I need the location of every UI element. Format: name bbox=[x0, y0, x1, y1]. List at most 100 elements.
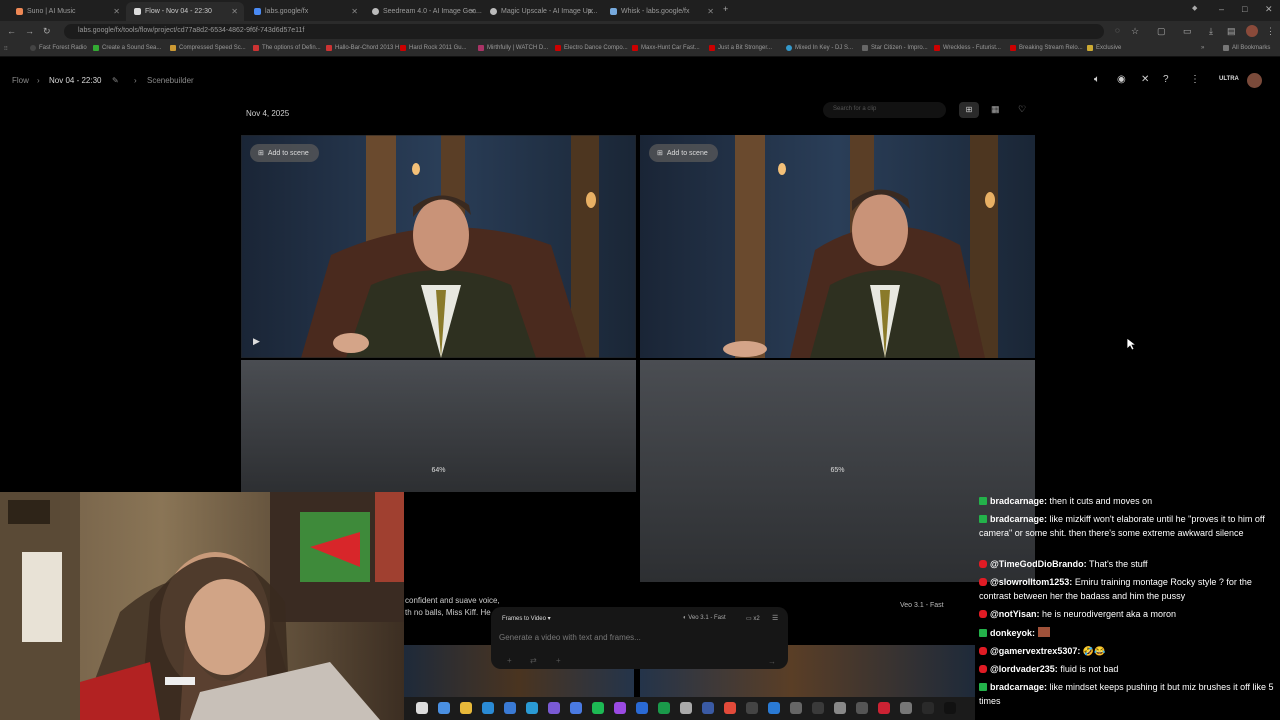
minimize-icon[interactable]: – bbox=[1219, 4, 1224, 14]
bookmark-item[interactable]: Fast Forest Radio bbox=[30, 45, 87, 51]
app-icon[interactable] bbox=[768, 702, 780, 714]
bookmark-item[interactable]: Hard Rock 2011 Gu... bbox=[400, 45, 467, 51]
bookmark-item[interactable]: Wreckless - Futurist... bbox=[934, 45, 1001, 51]
xbox-icon[interactable] bbox=[658, 702, 670, 714]
bookmark-item[interactable]: Star Citizen - Impro... bbox=[862, 45, 928, 51]
bookmark-item[interactable]: Breaking Stream Relo... bbox=[1010, 45, 1083, 51]
discord-icon[interactable]: ◉ bbox=[1117, 74, 1126, 85]
search-input[interactable]: Search for a clip bbox=[823, 102, 946, 118]
vscode-icon[interactable] bbox=[570, 702, 582, 714]
app-icon[interactable] bbox=[790, 702, 802, 714]
bookmark-item[interactable]: Mixed In Key - DJ S... bbox=[786, 45, 853, 51]
browser-tab[interactable]: Whisk - labs.google/fx ✕ bbox=[602, 2, 720, 21]
app-icon[interactable] bbox=[812, 702, 824, 714]
edge-icon[interactable] bbox=[438, 702, 450, 714]
video-card[interactable]: ⊞ Add to scene bbox=[640, 135, 1035, 358]
list-view-icon[interactable]: ▦ bbox=[991, 104, 1000, 115]
bookmark-item[interactable]: Mirthfully | WATCH D... bbox=[478, 45, 548, 51]
telegram-icon[interactable] bbox=[526, 702, 538, 714]
close-tab-icon[interactable]: ✕ bbox=[469, 7, 476, 16]
bookmark-item[interactable]: Maxx-Hunt Car Fast... bbox=[632, 45, 700, 51]
video-card[interactable]: ⊞ Add to scene ▶ bbox=[241, 135, 636, 358]
extensions-icon[interactable]: ▢ bbox=[1157, 26, 1166, 37]
browser-tab[interactable]: Seedream 4.0 - AI Image Gen... ✕ bbox=[364, 2, 482, 21]
bookmark-item[interactable]: Hallo-Bar-Chord 2013 H... bbox=[326, 45, 404, 51]
output-count[interactable]: ▭ x2 bbox=[746, 615, 760, 622]
breadcrumb-flow[interactable]: Flow bbox=[12, 76, 29, 85]
close-window-icon[interactable]: ✕ bbox=[1265, 4, 1273, 15]
menu-kebab-icon[interactable]: ⋮ bbox=[1266, 26, 1275, 37]
file-explorer-icon[interactable] bbox=[460, 702, 472, 714]
user-avatar[interactable] bbox=[1247, 73, 1262, 88]
prompt-input[interactable]: Generate a video with text and frames... bbox=[499, 633, 641, 642]
app-icon[interactable] bbox=[746, 702, 758, 714]
bookmark-item[interactable]: Exclusive bbox=[1087, 45, 1121, 51]
all-bookmarks[interactable]: All Bookmarks bbox=[1223, 45, 1270, 51]
reload-icon[interactable]: ↻ bbox=[43, 26, 51, 37]
add-to-scene-button[interactable]: ⊞ Add to scene bbox=[250, 144, 319, 162]
maximize-icon[interactable]: □ bbox=[1242, 4, 1247, 14]
close-tab-icon[interactable]: ✕ bbox=[351, 7, 358, 16]
tab-search-icon[interactable]: ▤ bbox=[1227, 26, 1236, 37]
close-tab-icon[interactable]: ✕ bbox=[587, 7, 594, 16]
x-social-icon[interactable]: ✕ bbox=[1141, 74, 1149, 85]
browser-icon[interactable] bbox=[482, 702, 494, 714]
model-selector[interactable]: ◐ Veo 3.1 - Fast bbox=[683, 615, 726, 621]
app-icon[interactable] bbox=[834, 702, 846, 714]
app-icon[interactable] bbox=[636, 702, 648, 714]
sidebar-icon[interactable]: ▭ bbox=[1183, 26, 1192, 37]
bookmark-item[interactable]: Compressed Speed Sc... bbox=[170, 45, 246, 51]
add-end-frame-icon[interactable]: + bbox=[556, 656, 561, 665]
app-icon[interactable] bbox=[680, 702, 692, 714]
close-tab-icon[interactable]: ✕ bbox=[231, 7, 238, 16]
app-icon[interactable] bbox=[878, 702, 890, 714]
app-icon[interactable] bbox=[944, 702, 956, 714]
bookmarks-overflow-icon[interactable]: » bbox=[1201, 45, 1204, 51]
spotify-icon[interactable] bbox=[592, 702, 604, 714]
add-start-frame-icon[interactable]: + bbox=[507, 656, 512, 665]
profile-avatar[interactable] bbox=[1246, 25, 1258, 37]
close-tab-icon[interactable]: ✕ bbox=[707, 7, 714, 16]
bookmark-item[interactable]: Just a Bit Stronger... bbox=[709, 45, 772, 51]
breadcrumb-scenebuilder[interactable]: Scenebuilder bbox=[147, 76, 194, 85]
app-icon[interactable] bbox=[856, 702, 868, 714]
favorite-heart-icon[interactable]: ♡ bbox=[1018, 104, 1026, 115]
browser-tab-active[interactable]: Flow - Nov 04 - 22:30 ✕ bbox=[126, 2, 244, 21]
breadcrumb-project[interactable]: Nov 04 - 22:30 bbox=[49, 76, 101, 85]
app-icon[interactable] bbox=[614, 702, 626, 714]
browser-tab[interactable]: Magic Upscale - AI Image Up... ✕ bbox=[482, 2, 600, 21]
volume-icon[interactable]: 🔈︎ bbox=[1094, 74, 1100, 85]
swap-frames-icon[interactable]: ⇄ bbox=[530, 656, 537, 665]
mode-selector[interactable]: Frames to Video ▾ bbox=[502, 615, 551, 622]
help-icon[interactable]: ? bbox=[1163, 74, 1169, 85]
more-options-icon[interactable]: ⋮ bbox=[1190, 74, 1200, 85]
app-icon[interactable] bbox=[900, 702, 912, 714]
play-icon[interactable]: ▶ bbox=[253, 336, 260, 347]
forward-icon[interactable]: → bbox=[25, 26, 34, 36]
bookmark-item[interactable]: The options of Defin... bbox=[253, 45, 321, 51]
bookmark-item[interactable]: Electro Dance Compo... bbox=[555, 45, 628, 51]
grid-view-icon[interactable]: ⊞ bbox=[959, 102, 979, 118]
app-icon[interactable] bbox=[702, 702, 714, 714]
send-arrow-icon[interactable]: → bbox=[768, 657, 776, 666]
app-icon[interactable] bbox=[922, 702, 934, 714]
apps-icon[interactable]: ⁝⁝ bbox=[4, 45, 8, 52]
bookmark-item[interactable]: Create a Sound Sea... bbox=[93, 45, 161, 51]
edit-pencil-icon[interactable]: ✎ bbox=[112, 76, 119, 85]
url-field[interactable]: labs.google/fx/tools/flow/project/cd77a8… bbox=[64, 24, 1104, 39]
discord-app-icon[interactable] bbox=[548, 702, 560, 714]
start-icon[interactable] bbox=[416, 702, 428, 714]
settings-sliders-icon[interactable]: ☰ bbox=[772, 614, 778, 622]
download-icon[interactable]: ⤓ bbox=[1209, 26, 1213, 37]
close-tab-icon[interactable]: ✕ bbox=[113, 7, 120, 16]
browser-tab[interactable]: Suno | AI Music ✕ bbox=[8, 2, 126, 21]
new-tab-button[interactable]: + bbox=[723, 4, 728, 14]
browser-tab[interactable]: labs.google/fx ✕ bbox=[246, 2, 364, 21]
back-icon[interactable]: ← bbox=[7, 26, 16, 36]
store-icon[interactable] bbox=[504, 702, 516, 714]
eye-off-icon[interactable]: ◌ bbox=[1115, 26, 1120, 35]
chrome-icon[interactable] bbox=[724, 702, 736, 714]
add-to-scene-button[interactable]: ⊞ Add to scene bbox=[649, 144, 718, 162]
profile-dot-icon[interactable]: ◆ bbox=[1192, 4, 1197, 12]
star-icon[interactable]: ☆ bbox=[1131, 26, 1139, 37]
